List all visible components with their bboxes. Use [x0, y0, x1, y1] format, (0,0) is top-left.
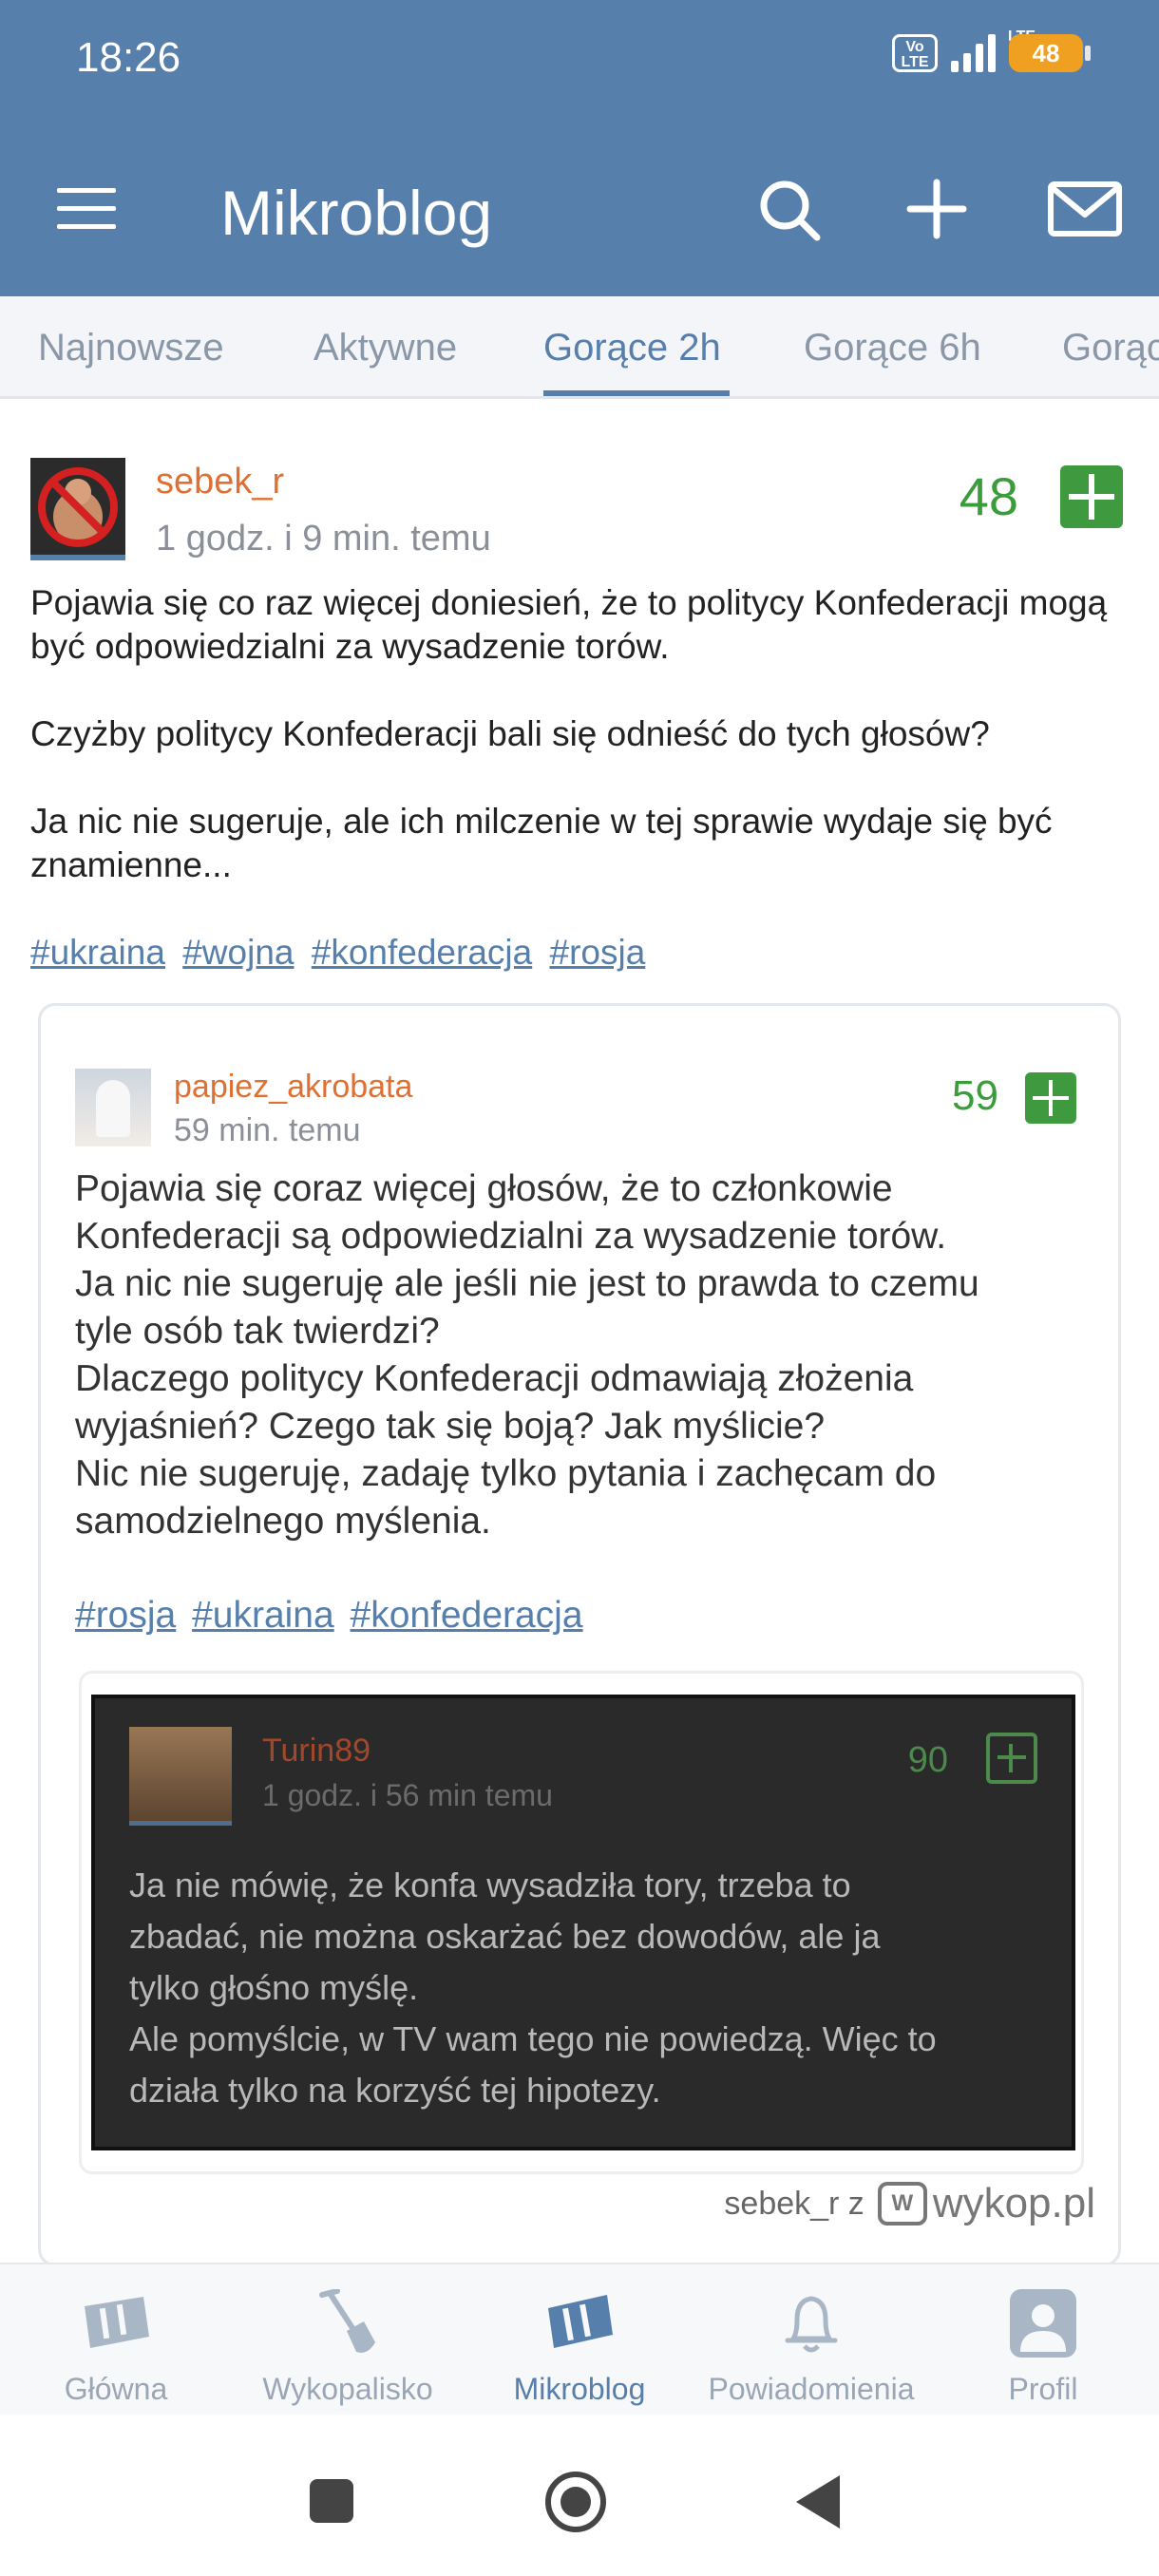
inner-screenshot: Turin89 1 godz. i 56 min temu 90 Ja nie … [79, 1671, 1084, 2174]
tag-link[interactable]: #wojna [182, 933, 294, 972]
embed-tag: #rosja [75, 1595, 177, 1636]
active-tab-indicator [543, 390, 730, 396]
app-header: 18:26 VoLTE LTE 48 Mikroblog [0, 0, 1159, 296]
embed-line: Pojawia się coraz więcej głosów, że to c… [75, 1168, 893, 1209]
inner-line: tylko głośno myślę. [129, 1968, 419, 2007]
post-time: 1 godz. i 9 min. temu [156, 519, 491, 559]
embed-line: Dlaczego politycy Konfederacji odmawiają… [75, 1358, 914, 1399]
nav-label: Wykopalisko [262, 2372, 433, 2406]
wykop-logo-icon: W [877, 2182, 927, 2226]
tab-gorace-6h[interactable]: Gorące 6h [804, 327, 981, 369]
inner-time: 1 godz. i 56 min temu [262, 1778, 553, 1812]
status-time: 18:26 [76, 34, 181, 81]
embed-line: Nic nie sugeruję, zadaję tylko pytania i… [75, 1453, 937, 1494]
menu-icon[interactable] [57, 188, 116, 230]
wykop-logo-text: wykop.pl [932, 2180, 1095, 2226]
system-navigation [0, 2415, 1159, 2576]
status-icons: VoLTE LTE 48 [892, 28, 1091, 72]
embed-line: Konfederacji są odpowiedzialni za wysadz… [75, 1216, 947, 1257]
inner-line: działa tylko na korzyść tej hipotezy. [129, 2071, 661, 2110]
bottom-navigation: Główna Wykopalisko Mikroblog Powiadomien… [0, 2263, 1159, 2415]
embed-line: tyle osób tak twierdzi? [75, 1311, 440, 1352]
tag-link[interactable]: #konfederacja [312, 933, 532, 972]
embed-line: samodzielnego myślenia. [75, 1501, 491, 1542]
post-author[interactable]: sebek_r [156, 462, 284, 502]
inner-vote-count: 90 [907, 1740, 948, 1780]
tag-link[interactable]: #ukraina [30, 933, 165, 972]
wykop-logo: W wykop.pl [877, 2180, 1095, 2227]
upvote-button[interactable] [1060, 465, 1123, 528]
mikroblog-icon [548, 2295, 613, 2348]
inner-dark-post: Turin89 1 godz. i 56 min temu 90 Ja nie … [91, 1695, 1075, 2150]
avatar[interactable] [30, 458, 125, 560]
post-paragraph: Czyżby politycy Konfederacji bali się od… [30, 714, 990, 753]
inner-line: Ja nie mówię, że konfa wysadziła tory, t… [129, 1866, 851, 1904]
embed-body: Pojawia się coraz więcej głosów, że to c… [75, 1165, 1092, 1545]
tag-link[interactable]: #rosja [550, 933, 646, 972]
nav-label: Główna [64, 2372, 168, 2406]
inner-plus-icon [986, 1733, 1037, 1784]
home-icon [85, 2297, 149, 2348]
nav-label: Profil [1008, 2372, 1078, 2406]
embed-plus-icon [1025, 1072, 1076, 1124]
nav-label: Mikroblog [513, 2372, 646, 2406]
tab-bar: Najnowsze Aktywne Gorące 2h Gorące 6h Go… [0, 296, 1159, 399]
post-body: Pojawia się co raz więcej doniesień, że … [30, 581, 1132, 931]
embed-tag: #ukraina [192, 1595, 334, 1636]
post-paragraph: Pojawia się co raz więcej doniesień, że … [30, 583, 1108, 666]
avatar-image [30, 458, 125, 553]
add-icon[interactable] [899, 171, 975, 247]
embed-line: Ja nic nie sugeruję ale jeśli nie jest t… [75, 1263, 979, 1304]
inner-line: zbadać, nie można oskarżać bez dowodów, … [129, 1917, 881, 1956]
tab-gorace-2h[interactable]: Gorące 2h [543, 327, 721, 369]
home-button-icon[interactable] [545, 2472, 606, 2532]
nav-item-glowna[interactable]: Główna [0, 2289, 232, 2407]
profile-icon [1010, 2289, 1076, 2358]
bell-icon [785, 2296, 838, 2353]
inner-body: Ja nie mówię, że konfa wysadziła tory, t… [129, 1860, 1041, 2116]
page-title: Mikroblog [220, 178, 493, 248]
shovel-icon [319, 2288, 375, 2353]
watermark-user: sebek_r z [724, 2185, 864, 2222]
inner-line: Ale pomyślcie, w TV wam tego nie powiedz… [129, 2019, 937, 2058]
embed-time: 59 min. temu [174, 1112, 361, 1148]
mail-icon[interactable] [1045, 171, 1125, 247]
watermark: sebek_r z W wykop.pl [724, 2180, 1095, 2227]
nav-item-powiadomienia[interactable]: Powiadomienia [695, 2289, 927, 2407]
post-tags: #ukraina #wojna #konfederacja #rosja [30, 933, 653, 973]
embed-tags: #rosja #ukraina #konfederacja [75, 1595, 589, 1637]
embed-avatar [75, 1069, 151, 1146]
tab-aktywne[interactable]: Aktywne [314, 327, 457, 369]
nav-item-wykopalisko[interactable]: Wykopalisko [232, 2288, 464, 2407]
recent-apps-icon[interactable] [310, 2479, 353, 2523]
volte-icon: Vo LTE [892, 34, 938, 72]
embed-tag: #konfederacja [350, 1595, 583, 1636]
inner-author: Turin89 [262, 1733, 371, 1769]
nav-item-profil[interactable]: Profil [927, 2289, 1159, 2407]
embed-line: wyjaśnień? Czego tak się boją? Jak myśli… [75, 1406, 826, 1447]
tab-najnowsze[interactable]: Najnowsze [38, 327, 224, 369]
post-paragraph: Ja nic nie sugeruje, ale ich milczenie w… [30, 802, 1053, 884]
battery-icon: 48 [1009, 34, 1091, 72]
nav-label: Powiadomienia [708, 2372, 915, 2406]
back-icon[interactable] [796, 2475, 840, 2529]
post-embedded-image[interactable]: papiez_akrobata 59 min. temu 59 Pojawia … [38, 1003, 1121, 2266]
signal-icon: LTE [951, 28, 1036, 72]
search-icon[interactable] [750, 171, 826, 247]
nav-item-mikroblog[interactable]: Mikroblog [464, 2289, 695, 2407]
embed-vote-count: 59 [952, 1072, 998, 1119]
embed-author: papiez_akrobata [174, 1069, 413, 1105]
inner-avatar [129, 1727, 232, 1826]
vote-count: 48 [959, 466, 1018, 526]
tab-gorace-more[interactable]: Gorąc [1062, 327, 1159, 369]
